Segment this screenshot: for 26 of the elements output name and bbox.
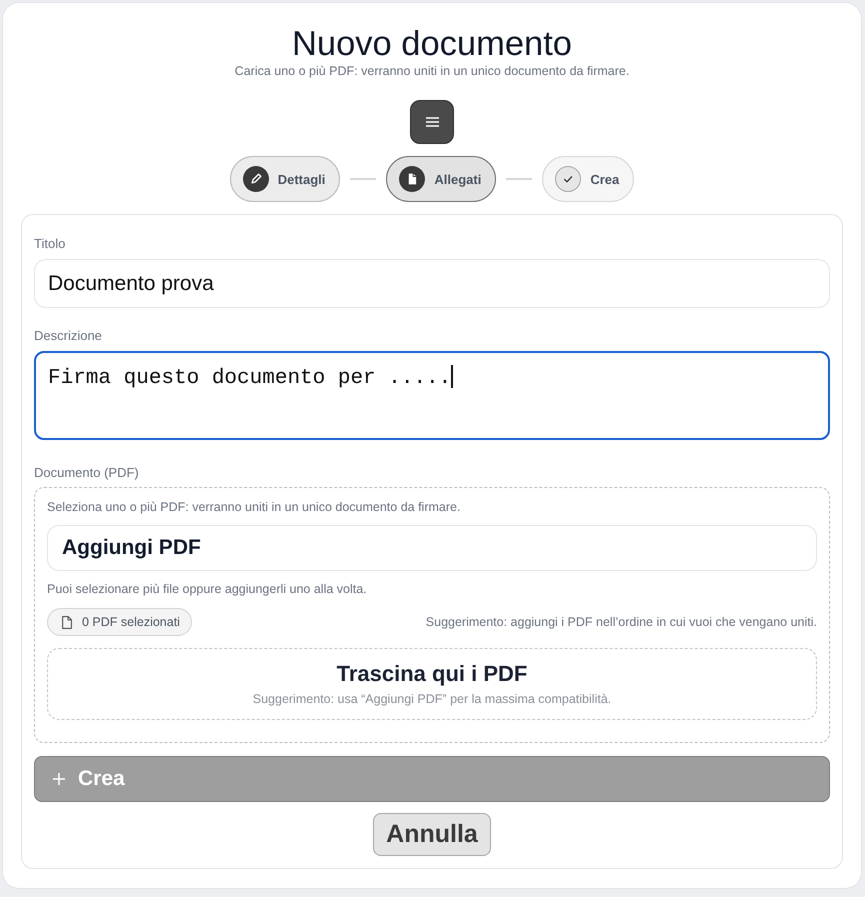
checkmark-icon xyxy=(555,166,582,192)
text-cursor-icon xyxy=(451,365,453,388)
field-label: Titolo xyxy=(34,236,66,252)
step-tab[interactable]: Allegati xyxy=(386,156,496,202)
page-title: Nuovo documento xyxy=(292,24,572,64)
upload-tip-text: Suggerimento: aggiungi i PDF nell’ordine in cui vuoi che vengano uniti. xyxy=(426,615,817,629)
file-count-text: 0 PDF selezionati xyxy=(82,615,180,629)
plus-icon xyxy=(53,773,65,785)
field-label: Documento (PDF) xyxy=(34,465,140,481)
upload-intro-text: Seleziona uno o più PDF: verranno uniti in un unico documento da firmare. xyxy=(47,500,462,514)
document-icon xyxy=(399,166,426,192)
menu-icon xyxy=(426,117,438,127)
drop-zone[interactable]: Trascina qui i PDF Suggerimento: usa “Aggiungi PDF” per la massima compatibilità. xyxy=(47,648,817,720)
drop-zone-title: Trascina qui i PDF xyxy=(336,661,528,687)
pencil-icon xyxy=(242,166,269,192)
document-icon xyxy=(62,616,72,628)
step-tab[interactable]: Dettagli xyxy=(230,156,340,202)
cancel-button[interactable]: Annulla xyxy=(373,813,491,856)
text-area[interactable]: Firma questo documento per ..... xyxy=(34,351,830,440)
field-label: Descrizione xyxy=(34,328,103,344)
menu-button[interactable] xyxy=(410,100,454,144)
drop-zone-hint: Suggerimento: usa “Aggiungi PDF” per la massima compatibilità. xyxy=(252,692,612,707)
page-subtitle: Carica uno o più PDF: verranno uniti in un unico documento da firmare. xyxy=(234,64,630,79)
text-input[interactable]: Documento prova xyxy=(34,259,830,308)
add-pdf-button[interactable]: Aggiungi PDF xyxy=(47,525,817,571)
upload-help-text: Puoi selezionare più file oppure aggiungerli uno alla volta. xyxy=(47,582,368,596)
